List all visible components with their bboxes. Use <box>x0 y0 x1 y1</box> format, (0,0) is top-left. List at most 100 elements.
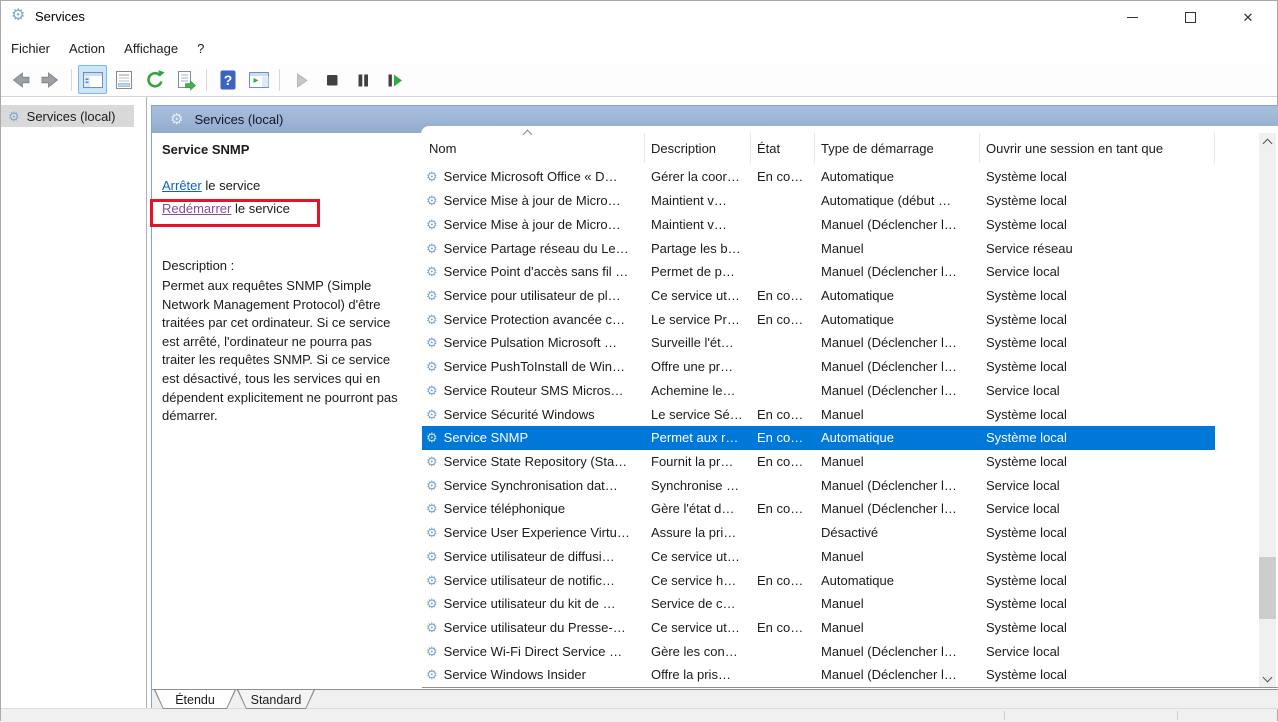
service-row[interactable]: ⚙ Service Synchronisation dat… Synchroni… <box>422 473 1215 497</box>
service-logon-cell: Service local <box>980 264 1215 279</box>
service-gear-icon: ⚙ <box>426 408 438 421</box>
service-row[interactable]: ⚙ Service Sécurité Windows Le service Sé… <box>422 402 1215 426</box>
pause-service-button[interactable] <box>348 65 377 94</box>
service-startup-type-cell: Manuel (Déclencher l… <box>815 644 980 659</box>
vertical-scrollbar[interactable] <box>1259 133 1276 687</box>
service-row[interactable]: ⚙ Service Wi-Fi Direct Service … Gère le… <box>422 639 1215 663</box>
close-button[interactable]: ✕ <box>1219 1 1277 33</box>
show-console-tree-button[interactable] <box>78 65 107 94</box>
service-row[interactable]: ⚙ Service Microsoft Office « D… Gérer la… <box>422 165 1215 189</box>
export-list-button[interactable] <box>171 65 200 94</box>
menu-affichage[interactable]: Affichage <box>124 41 178 56</box>
service-description-cell: Partage les b… <box>645 241 751 256</box>
service-logon-cell: Service local <box>980 478 1215 493</box>
service-row[interactable]: ⚙ Service Point d'accès sans fil … Perme… <box>422 260 1215 284</box>
export-list-icon <box>174 68 198 92</box>
service-row[interactable]: ⚙ Service utilisateur de notific… Ce ser… <box>422 568 1215 592</box>
service-description-cell: Gérer la coor… <box>645 169 751 184</box>
service-row[interactable]: ⚙ Service Protection avancée c… Le servi… <box>422 307 1215 331</box>
scroll-up-button[interactable] <box>1259 133 1276 150</box>
service-description-cell: Ce service ut… <box>645 620 751 635</box>
service-row[interactable]: ⚙ Service State Repository (Sta… Fournit… <box>422 450 1215 474</box>
service-description-cell: Achemine le… <box>645 383 751 398</box>
service-logon-cell: Système local <box>980 573 1215 588</box>
stop-service-link[interactable]: Arrêter <box>162 178 202 193</box>
service-row[interactable]: ⚙ Service Pulsation Microsoft … Surveill… <box>422 331 1215 355</box>
toolbar: ? <box>1 63 1277 97</box>
start-service-button[interactable] <box>286 65 315 94</box>
menu-help[interactable]: ? <box>197 41 204 56</box>
start-icon <box>289 68 313 92</box>
service-logon-cell: Système local <box>980 667 1215 682</box>
service-row[interactable]: ⚙ Service Partage réseau du Le… Partage … <box>422 236 1215 260</box>
stop-service-button[interactable] <box>317 65 346 94</box>
tree-item-services-local[interactable]: ⚙ Services (local) <box>1 105 134 127</box>
strip-divider <box>1004 711 1005 720</box>
service-row[interactable]: ⚙ Service pour utilisateur de pl… Ce ser… <box>422 284 1215 308</box>
restart-service-button[interactable] <box>379 65 408 94</box>
service-row[interactable]: ⚙ Service Windows Insider Offre la pris…… <box>422 663 1215 687</box>
service-gear-icon: ⚙ <box>426 242 438 255</box>
service-row[interactable]: ⚙ Service téléphonique Gère l'état d… En… <box>422 497 1215 521</box>
chevron-up-icon <box>1263 138 1273 148</box>
properties-button[interactable] <box>109 65 138 94</box>
tab-etendu-label: Étendu <box>154 690 236 709</box>
column-header-session[interactable]: Ouvrir une session en tant que <box>980 133 1215 163</box>
title-bar: ⚙ Services ✕ <box>1 1 1277 33</box>
svg-text:?: ? <box>223 72 232 88</box>
tab-etendu[interactable]: Étendu <box>154 690 236 709</box>
service-description-cell: Ce service ut… <box>645 288 751 303</box>
service-startup-type-cell: Automatique (début … <box>815 193 980 208</box>
service-gear-icon: ⚙ <box>426 218 438 231</box>
service-startup-type-cell: Manuel <box>815 241 980 256</box>
service-row[interactable]: ⚙ Service Routeur SMS Micros… Achemine l… <box>422 378 1215 402</box>
tab-standard[interactable]: Standard <box>237 690 315 709</box>
service-row[interactable]: ⚙ Service Mise à jour de Micro… Maintien… <box>422 212 1215 236</box>
minimize-button[interactable] <box>1103 1 1161 33</box>
service-name: Service utilisateur du Presse-… <box>444 620 626 635</box>
service-gear-icon: ⚙ <box>426 550 438 563</box>
restart-icon <box>382 68 406 92</box>
service-startup-type-cell: Manuel (Déclencher l… <box>815 501 980 516</box>
scrollbar-thumb[interactable] <box>1259 557 1276 619</box>
service-name: Service User Experience Virtu… <box>444 525 630 540</box>
services-gear-icon: ⚙ <box>8 110 20 123</box>
service-row[interactable]: ⚙ Service User Experience Virtu… Assure … <box>422 521 1215 545</box>
refresh-button[interactable] <box>140 65 169 94</box>
service-description-cell: Offre une pr… <box>645 359 751 374</box>
service-description-cell: Permet de p… <box>645 264 751 279</box>
service-row[interactable]: ⚙ Service SNMP Permet aux r… En co… Auto… <box>422 426 1215 450</box>
service-name: Service SNMP <box>444 430 529 445</box>
column-header-etat[interactable]: État <box>751 133 815 163</box>
menu-fichier[interactable]: Fichier <box>11 41 50 56</box>
tab-standard-label: Standard <box>237 690 315 709</box>
help-icon: ? <box>216 68 240 92</box>
service-startup-type-cell: Manuel (Déclencher l… <box>815 383 980 398</box>
service-row[interactable]: ⚙ Service PushToInstall de Win… Offre un… <box>422 355 1215 379</box>
column-header-type-demarrage[interactable]: Type de démarrage <box>815 133 980 163</box>
scroll-down-button[interactable] <box>1259 670 1276 687</box>
service-logon-cell: Système local <box>980 620 1215 635</box>
show-action-pane-button[interactable] <box>244 65 273 94</box>
column-header-description[interactable]: Description <box>645 133 751 163</box>
service-description-cell: Ce service h… <box>645 573 751 588</box>
service-description-cell: Maintient v… <box>645 217 751 232</box>
help-button[interactable]: ? <box>213 65 242 94</box>
service-gear-icon: ⚙ <box>426 194 438 207</box>
service-row[interactable]: ⚙ Service Mise à jour de Micro… Maintien… <box>422 189 1215 213</box>
service-gear-icon: ⚙ <box>426 574 438 587</box>
service-name: Service pour utilisateur de pl… <box>444 288 621 303</box>
service-row[interactable]: ⚙ Service utilisateur de diffusi… Ce ser… <box>422 545 1215 569</box>
menu-action[interactable]: Action <box>69 41 105 56</box>
pause-icon <box>351 68 375 92</box>
service-row[interactable]: ⚙ Service utilisateur du kit de … Servic… <box>422 592 1215 616</box>
back-button[interactable] <box>5 65 34 94</box>
stop-icon <box>320 68 344 92</box>
service-logon-cell: Système local <box>980 525 1215 540</box>
forward-button[interactable] <box>36 65 65 94</box>
service-row[interactable]: ⚙ Service utilisateur du Presse-… Ce ser… <box>422 616 1215 640</box>
maximize-button[interactable] <box>1161 1 1219 33</box>
view-tabs: Étendu Standard <box>152 689 1278 709</box>
service-logon-cell: Système local <box>980 312 1215 327</box>
column-header-nom[interactable]: Nom <box>422 133 645 163</box>
